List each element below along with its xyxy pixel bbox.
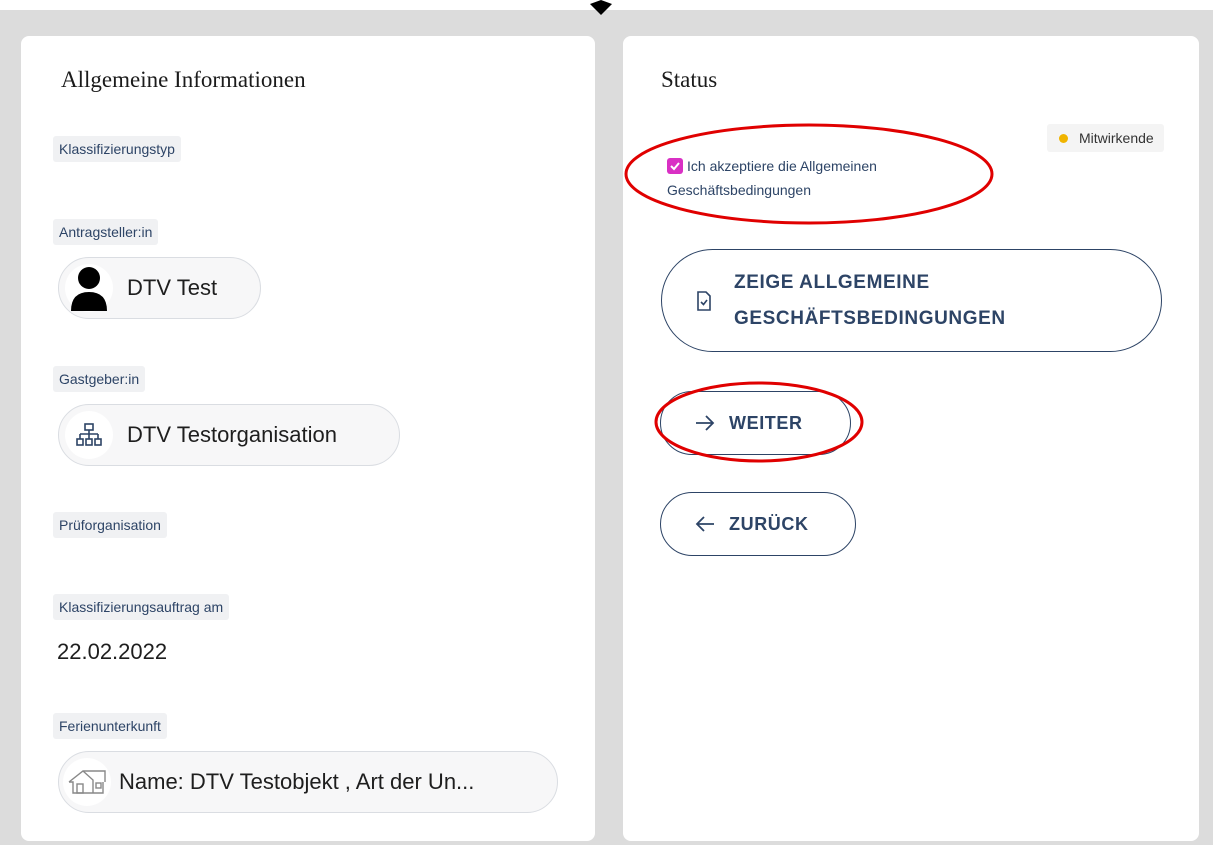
org-chart-icon (65, 411, 113, 459)
general-info-card: Allgemeine Informationen Klassifizierung… (21, 36, 595, 841)
applicant-name: DTV Test (127, 275, 218, 300)
legend-label: Mitwirkende (1079, 130, 1154, 146)
house-icon (63, 758, 111, 806)
host-label: Gastgeber:in (53, 366, 146, 392)
accommodation-label: Ferienunterkunft (53, 713, 167, 739)
inspection-org-label: Prüforganisation (53, 512, 167, 538)
general-info-title: Allgemeine Informationen (61, 67, 306, 92)
show-terms-button[interactable]: ZEIGE ALLGEMEINE GESCHÄFTSBEDINGUNGEN (661, 249, 1162, 352)
accommodation-name: Name: DTV Testobjekt , Art der Un... (119, 769, 475, 794)
status-title: Status (661, 67, 718, 92)
pointer-marker-icon (590, 0, 612, 15)
terms-label-line2: Geschäftsbedingungen (667, 182, 811, 198)
terms-checkbox[interactable] (667, 158, 683, 174)
person-icon (65, 264, 113, 312)
order-date-value: 22.02.2022 (57, 639, 168, 664)
back-button[interactable]: ZURÜCK (660, 492, 856, 556)
arrow-right-icon (696, 415, 715, 431)
show-terms-label-line1: ZEIGE ALLGEMEINE (734, 271, 930, 293)
document-check-icon (697, 290, 711, 311)
legend-contributors: Mitwirkende (1047, 124, 1164, 152)
back-label: ZURÜCK (729, 513, 809, 534)
next-label: WEITER (729, 412, 803, 433)
host-chip[interactable]: DTV Testorganisation (58, 404, 400, 466)
next-button[interactable]: WEITER (660, 391, 851, 455)
terms-checkbox-row[interactable]: Ich akzeptiere die Allgemeinen Geschäfts… (667, 154, 967, 202)
order-date-label: Klassifizierungsauftrag am (53, 594, 230, 620)
applicant-label: Antragsteller:in (53, 219, 159, 245)
arrow-left-icon (695, 516, 714, 532)
applicant-chip[interactable]: DTV Test (58, 257, 261, 319)
show-terms-label-line2: GESCHÄFTSBEDINGUNGEN (734, 307, 1006, 329)
host-name: DTV Testorganisation (127, 422, 337, 447)
terms-label-line1: Ich akzeptiere die Allgemeinen (687, 158, 877, 174)
classification-type-label: Klassifizierungstyp (53, 136, 181, 162)
accommodation-chip[interactable]: Name: DTV Testobjekt , Art der Un... (58, 751, 558, 813)
contributor-dot-icon (1059, 133, 1068, 143)
status-card: Status Mitwirkende Ich akzeptiere die Al… (623, 36, 1199, 841)
